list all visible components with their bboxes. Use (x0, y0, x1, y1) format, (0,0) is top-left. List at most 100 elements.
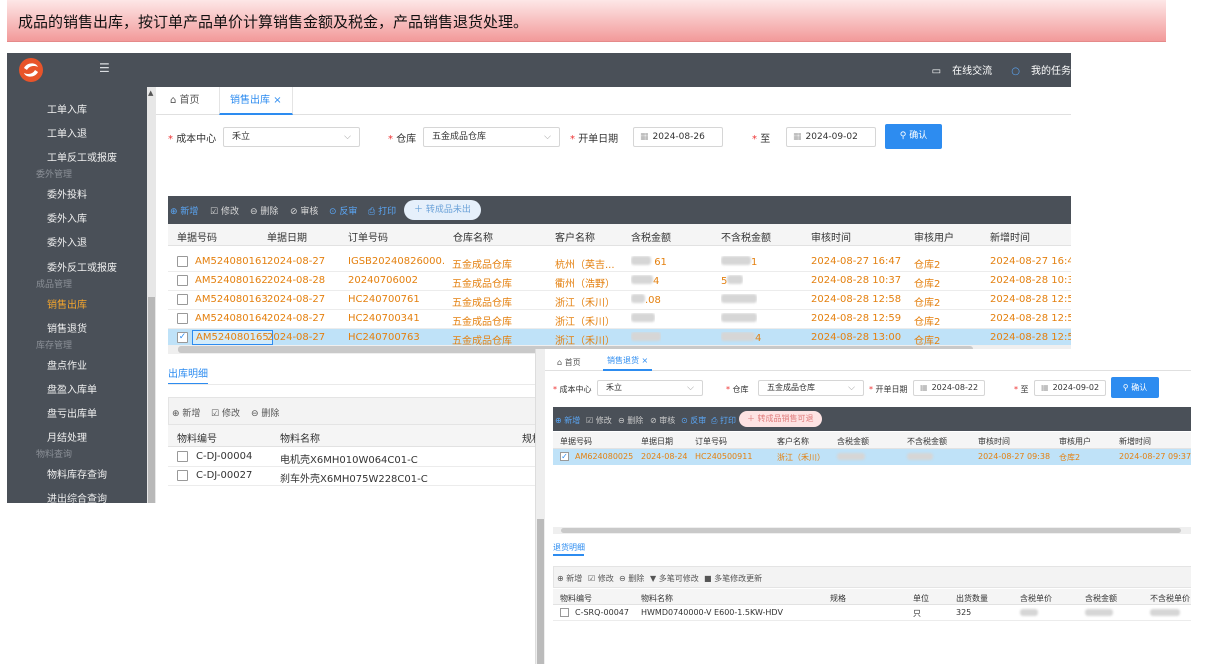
return-row-selected[interactable]: ✓ AM624080025 2024-08-24 HC240500911 浙江（… (553, 449, 1191, 465)
return-audit-button[interactable]: ⊘ 审核 (650, 415, 675, 426)
row-checkbox[interactable] (177, 256, 188, 267)
sidebar-scrollbar[interactable]: ▲ (147, 87, 156, 503)
col-header[interactable]: 含税金额 (1085, 593, 1117, 604)
return-add-button[interactable]: ⊕ 新增 (555, 415, 580, 426)
return-hscrollbar[interactable] (553, 527, 1191, 534)
delete-button[interactable]: ⊖ 删除 (250, 204, 278, 217)
scroll-thumb[interactable] (148, 297, 155, 503)
return-delete-button[interactable]: ⊖ 删除 (618, 415, 643, 426)
col-header[interactable]: 单据日期 (267, 229, 307, 244)
row-checkbox[interactable] (177, 470, 188, 481)
return-scrollbar[interactable] (536, 349, 545, 664)
sidebar-item[interactable]: 进出综合查询 (47, 490, 107, 503)
return-detail-add[interactable]: ⊕ 新增 (557, 573, 582, 584)
row-checkbox[interactable] (177, 313, 188, 324)
row-checkbox-checked[interactable]: ✓ (560, 452, 569, 461)
return-convert-button[interactable]: ＋ 转成品销售可退 (739, 411, 822, 427)
row-checkbox-checked[interactable]: ✓ (177, 332, 188, 343)
convert-button[interactable]: ＋ 转成品未出 (404, 200, 481, 220)
return-unaudit-button[interactable]: ⊙ 反审 (681, 415, 706, 426)
col-header[interactable]: 新增时间 (990, 229, 1030, 244)
return-cost-center-select[interactable]: 禾立 ⌵ (597, 380, 703, 396)
sidebar-item[interactable]: 月结处理 (47, 429, 87, 444)
row-checkbox[interactable] (560, 608, 569, 617)
print-button[interactable]: ⎙ 打印 (368, 204, 396, 217)
return-detail-multi-edit[interactable]: ▼ 多笔可修改 (650, 573, 699, 584)
col-header[interactable]: 含税金额 (837, 436, 869, 447)
return-detail-edit[interactable]: ☑ 修改 (588, 573, 614, 584)
return-print-button[interactable]: ⎙ 打印 (711, 415, 736, 426)
row-checkbox[interactable] (177, 294, 188, 305)
sidebar-item[interactable]: 委外入库 (47, 210, 87, 225)
col-header[interactable]: 物料名称 (280, 430, 320, 445)
col-header[interactable]: 审核时间 (811, 229, 851, 244)
col-header[interactable]: 单据号码 (177, 229, 217, 244)
col-header[interactable]: 物料编号 (177, 430, 217, 445)
col-header[interactable]: 含税单价 (1020, 593, 1052, 604)
col-header[interactable]: 审核时间 (978, 436, 1010, 447)
table-row[interactable]: AM524080162 2024-08-28 20240706002 五金成品仓… (168, 272, 1071, 291)
cost-center-select[interactable]: 禾立 ⌵ (223, 127, 360, 147)
col-header[interactable]: 物料名称 (641, 593, 673, 604)
sidebar-item[interactable]: 物料库存查询 (47, 466, 107, 481)
audit-button[interactable]: ⊘ 审核 (290, 204, 318, 217)
table-row[interactable]: AM524080164 2024-08-27 HC240700341 五金成品仓… (168, 310, 1071, 329)
edit-button[interactable]: ☑ 修改 (210, 204, 239, 217)
tab-outbound-detail[interactable]: 出库明细 (168, 365, 208, 380)
confirm-button[interactable]: ⚲ 确认 (885, 124, 942, 149)
close-icon[interactable]: × (273, 95, 281, 106)
tab-return-detail[interactable]: 退货明细 (553, 542, 585, 553)
table-row[interactable]: AM524080161 2024-08-27 IGSB20240826000..… (168, 253, 1071, 272)
sidebar-item[interactable]: 工单反工或报废 (47, 149, 117, 164)
col-header[interactable]: 出货数量 (956, 593, 988, 604)
return-date-to[interactable]: ▦ 2024-09-02 (1034, 380, 1106, 396)
sidebar-item[interactable]: 盘盈入库单 (47, 381, 97, 396)
col-header[interactable]: 不含税金额 (907, 436, 947, 447)
col-header[interactable]: 单据日期 (641, 436, 673, 447)
return-detail-multi-update[interactable]: ■ 多笔修改更新 (704, 573, 762, 584)
return-edit-button[interactable]: ☑ 修改 (586, 415, 612, 426)
detail-add-button[interactable]: ⊕ 新增 (172, 406, 200, 419)
scroll-thumb[interactable] (561, 528, 1181, 533)
col-header[interactable]: 订单号码 (695, 436, 727, 447)
col-header[interactable]: 新增时间 (1119, 436, 1151, 447)
col-header[interactable]: 不含税金额 (721, 229, 771, 244)
col-header[interactable]: 审核用户 (914, 229, 954, 244)
chat-link[interactable]: ▭ 在线交流 (924, 66, 992, 77)
sidebar-item[interactable]: 盘点作业 (47, 357, 87, 372)
scroll-thumb[interactable] (537, 519, 544, 664)
close-icon[interactable]: × (642, 356, 649, 365)
col-header[interactable]: 物料编号 (560, 593, 592, 604)
sidebar-item[interactable]: 盘亏出库单 (47, 405, 97, 420)
return-detail-delete[interactable]: ⊖ 删除 (619, 573, 644, 584)
col-header[interactable]: 客户名称 (555, 229, 595, 244)
sidebar-item[interactable]: 委外反工或报废 (47, 259, 117, 274)
warehouse-select[interactable]: 五金成品仓库 ⌵ (423, 127, 560, 147)
table-row[interactable]: AM524080163 2024-08-27 HC240700761 五金成品仓… (168, 291, 1071, 310)
menu-toggle-icon[interactable]: ☰ (99, 61, 110, 75)
add-button[interactable]: ⊕ 新增 (170, 204, 198, 217)
sidebar-item[interactable]: 销售退货 (47, 320, 87, 335)
col-header[interactable]: 含税金额 (631, 229, 671, 244)
tasks-link[interactable]: ○ 我的任务 (1003, 66, 1071, 77)
return-warehouse-select[interactable]: 五金成品仓库 ⌵ (758, 380, 864, 396)
row-checkbox[interactable] (177, 275, 188, 286)
sidebar-item[interactable]: 委外投料 (47, 186, 87, 201)
return-detail-row[interactable]: C-SRQ-00047 HWMD0740000-V E600-1.5KW-HDV… (553, 605, 1191, 621)
sidebar-item[interactable]: 工单入退 (47, 125, 87, 140)
sidebar-item[interactable]: 委外入退 (47, 234, 87, 249)
return-date-from[interactable]: ▦ 2024-08-22 (913, 380, 985, 396)
return-confirm-button[interactable]: ⚲ 确认 (1111, 377, 1159, 398)
tab-home[interactable]: ⌂ 首页 (170, 87, 200, 115)
sidebar-item[interactable]: 工单入库 (47, 101, 87, 116)
detail-delete-button[interactable]: ⊖ 删除 (251, 406, 279, 419)
col-header[interactable]: 单据号码 (560, 436, 592, 447)
col-header[interactable]: 不含税单价 (1150, 593, 1190, 604)
row-checkbox[interactable] (177, 451, 188, 462)
col-header[interactable]: 订单号码 (348, 229, 388, 244)
col-header[interactable]: 审核用户 (1059, 436, 1091, 447)
detail-edit-button[interactable]: ☑ 修改 (211, 406, 240, 419)
col-header[interactable]: 客户名称 (777, 436, 809, 447)
return-tab-home[interactable]: ⌂ 首页 (557, 357, 581, 368)
date-from-input[interactable]: ▦ 2024-08-26 (633, 127, 723, 147)
